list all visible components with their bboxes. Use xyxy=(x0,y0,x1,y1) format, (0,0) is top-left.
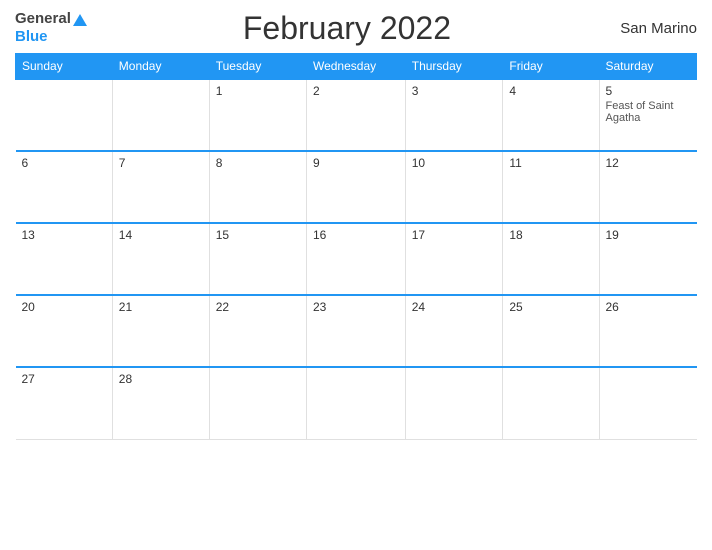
day-number: 4 xyxy=(509,84,592,98)
day-number: 26 xyxy=(606,300,691,314)
calendar-cell: 10 xyxy=(405,151,503,223)
calendar-week-row: 13 14 15 16 17 18 19 xyxy=(16,223,697,295)
calendar-week-row: 27 28 xyxy=(16,367,697,439)
calendar-cell: 11 xyxy=(503,151,599,223)
day-number: 27 xyxy=(22,372,106,386)
day-number: 3 xyxy=(412,84,497,98)
day-number: 9 xyxy=(313,156,399,170)
calendar-cell: 27 xyxy=(16,367,113,439)
calendar-cell: 5 Feast of Saint Agatha xyxy=(599,79,697,151)
day-number: 13 xyxy=(22,228,106,242)
day-number: 19 xyxy=(606,228,691,242)
day-number: 28 xyxy=(119,372,203,386)
day-number: 5 xyxy=(606,84,691,98)
col-wednesday: Wednesday xyxy=(306,54,405,80)
calendar-cell xyxy=(503,367,599,439)
calendar-cell xyxy=(405,367,503,439)
day-number: 2 xyxy=(313,84,399,98)
calendar-cell: 18 xyxy=(503,223,599,295)
day-number: 10 xyxy=(412,156,497,170)
day-number: 20 xyxy=(22,300,106,314)
day-number: 1 xyxy=(216,84,300,98)
calendar-cell: 16 xyxy=(306,223,405,295)
calendar-cell: 4 xyxy=(503,79,599,151)
day-number: 15 xyxy=(216,228,300,242)
calendar-table: Sunday Monday Tuesday Wednesday Thursday… xyxy=(15,53,697,440)
calendar-cell: 15 xyxy=(209,223,306,295)
calendar-cell: 6 xyxy=(16,151,113,223)
calendar-week-row: 12345 Feast of Saint Agatha xyxy=(16,79,697,151)
calendar-cell: 12 xyxy=(599,151,697,223)
calendar-week-row: 20 21 22 23 24 25 26 xyxy=(16,295,697,367)
col-thursday: Thursday xyxy=(405,54,503,80)
calendar-cell xyxy=(16,79,113,151)
day-number: 6 xyxy=(22,156,106,170)
calendar-cell: 22 xyxy=(209,295,306,367)
day-number: 14 xyxy=(119,228,203,242)
calendar-week-row: 6789 10 11 12 xyxy=(16,151,697,223)
day-number: 11 xyxy=(509,156,592,170)
day-number: 25 xyxy=(509,300,592,314)
calendar-cell: 28 xyxy=(112,367,209,439)
calendar-cell: 25 xyxy=(503,295,599,367)
calendar-title: February 2022 xyxy=(87,10,607,47)
calendar-cell: 7 xyxy=(112,151,209,223)
calendar-cell: 13 xyxy=(16,223,113,295)
calendar-cell xyxy=(306,367,405,439)
day-number: 12 xyxy=(606,156,691,170)
logo-blue: Blue xyxy=(15,28,48,45)
logo-triangle-icon xyxy=(73,14,87,26)
calendar-cell: 24 xyxy=(405,295,503,367)
calendar-cell: 21 xyxy=(112,295,209,367)
calendar-cell: 14 xyxy=(112,223,209,295)
day-number: 22 xyxy=(216,300,300,314)
calendar-cell: 19 xyxy=(599,223,697,295)
col-monday: Monday xyxy=(112,54,209,80)
calendar-cell xyxy=(209,367,306,439)
day-number: 21 xyxy=(119,300,203,314)
calendar-cell: 2 xyxy=(306,79,405,151)
col-sunday: Sunday xyxy=(16,54,113,80)
col-friday: Friday xyxy=(503,54,599,80)
calendar-cell: 23 xyxy=(306,295,405,367)
event-label: Feast of Saint Agatha xyxy=(606,100,691,124)
calendar-cell: 8 xyxy=(209,151,306,223)
calendar-cell: 20 xyxy=(16,295,113,367)
calendar-cell: 9 xyxy=(306,151,405,223)
page: General Blue February 2022 San Marino Su… xyxy=(0,0,712,550)
calendar-body: 12345Feast of Saint Agatha67891011121314… xyxy=(16,79,697,439)
day-number: 18 xyxy=(509,228,592,242)
col-saturday: Saturday xyxy=(599,54,697,80)
day-number: 7 xyxy=(119,156,203,170)
country-label: San Marino xyxy=(607,20,697,37)
day-number: 17 xyxy=(412,228,497,242)
logo: General Blue xyxy=(15,11,87,45)
day-number: 16 xyxy=(313,228,399,242)
col-tuesday: Tuesday xyxy=(209,54,306,80)
calendar-cell: 17 xyxy=(405,223,503,295)
day-number: 8 xyxy=(216,156,300,170)
day-number: 23 xyxy=(313,300,399,314)
calendar-header-row: Sunday Monday Tuesday Wednesday Thursday… xyxy=(16,54,697,80)
calendar-cell: 1 xyxy=(209,79,306,151)
calendar-cell xyxy=(112,79,209,151)
header: General Blue February 2022 San Marino xyxy=(15,10,697,47)
calendar-cell xyxy=(599,367,697,439)
day-number: 24 xyxy=(412,300,497,314)
calendar-cell: 26 xyxy=(599,295,697,367)
logo-general: General xyxy=(15,11,71,28)
calendar-cell: 3 xyxy=(405,79,503,151)
